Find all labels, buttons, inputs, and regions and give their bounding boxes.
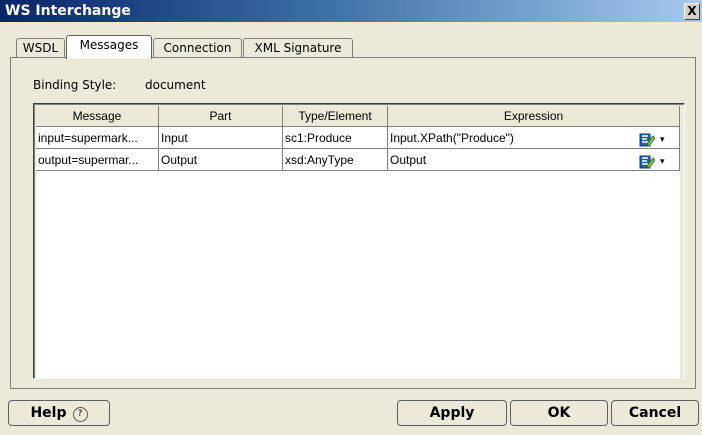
help-button[interactable]: Help?	[8, 400, 110, 426]
table-row-1-message[interactable]: input=supermark...	[36, 127, 159, 149]
table-row-2-type[interactable]: xsd:AnyType	[283, 149, 388, 171]
table-row-2-part[interactable]: Output	[159, 149, 283, 171]
edit-expression-icon[interactable]	[639, 132, 656, 148]
column-header-type-element[interactable]: Type/Element	[283, 106, 388, 127]
apply-button[interactable]: Apply	[397, 400, 507, 426]
help-label: Help	[30, 405, 67, 421]
table-row-1-type[interactable]: sc1:Produce	[283, 127, 388, 149]
ok-button[interactable]: OK	[510, 400, 608, 426]
binding-style-value: document	[145, 78, 206, 92]
messages-table: Message Part Type/Element Expression inp…	[33, 103, 685, 379]
table-row-2-message[interactable]: output=supermar...	[36, 149, 159, 171]
binding-style-label: Binding Style:	[33, 78, 117, 92]
table-row-2-expression[interactable]: Output	[388, 149, 680, 171]
title-bar: WS Interchange X	[0, 0, 702, 22]
close-button[interactable]: X	[684, 3, 700, 20]
tab-connection[interactable]: Connection	[153, 38, 242, 58]
column-header-message[interactable]: Message	[36, 106, 159, 127]
tab-wsdl[interactable]: WSDL	[16, 38, 65, 58]
table-row-1-part[interactable]: Input	[159, 127, 283, 149]
table-empty-area	[36, 171, 680, 378]
edit-expression-icon[interactable]	[639, 154, 656, 170]
column-header-expression[interactable]: Expression	[388, 106, 680, 127]
tab-xml-signature[interactable]: XML Signature	[243, 38, 353, 58]
table-row-1-expression[interactable]: Input.XPath("Produce")	[388, 127, 680, 149]
window-title: WS Interchange	[5, 3, 131, 19]
expression-dropdown-icon[interactable]: ▾	[660, 136, 668, 145]
expression-dropdown-icon[interactable]: ▾	[660, 158, 668, 167]
help-circle-icon: ?	[72, 407, 88, 422]
tab-messages[interactable]: Messages	[66, 35, 152, 59]
column-header-part[interactable]: Part	[159, 106, 283, 127]
cancel-button[interactable]: Cancel	[611, 400, 699, 426]
